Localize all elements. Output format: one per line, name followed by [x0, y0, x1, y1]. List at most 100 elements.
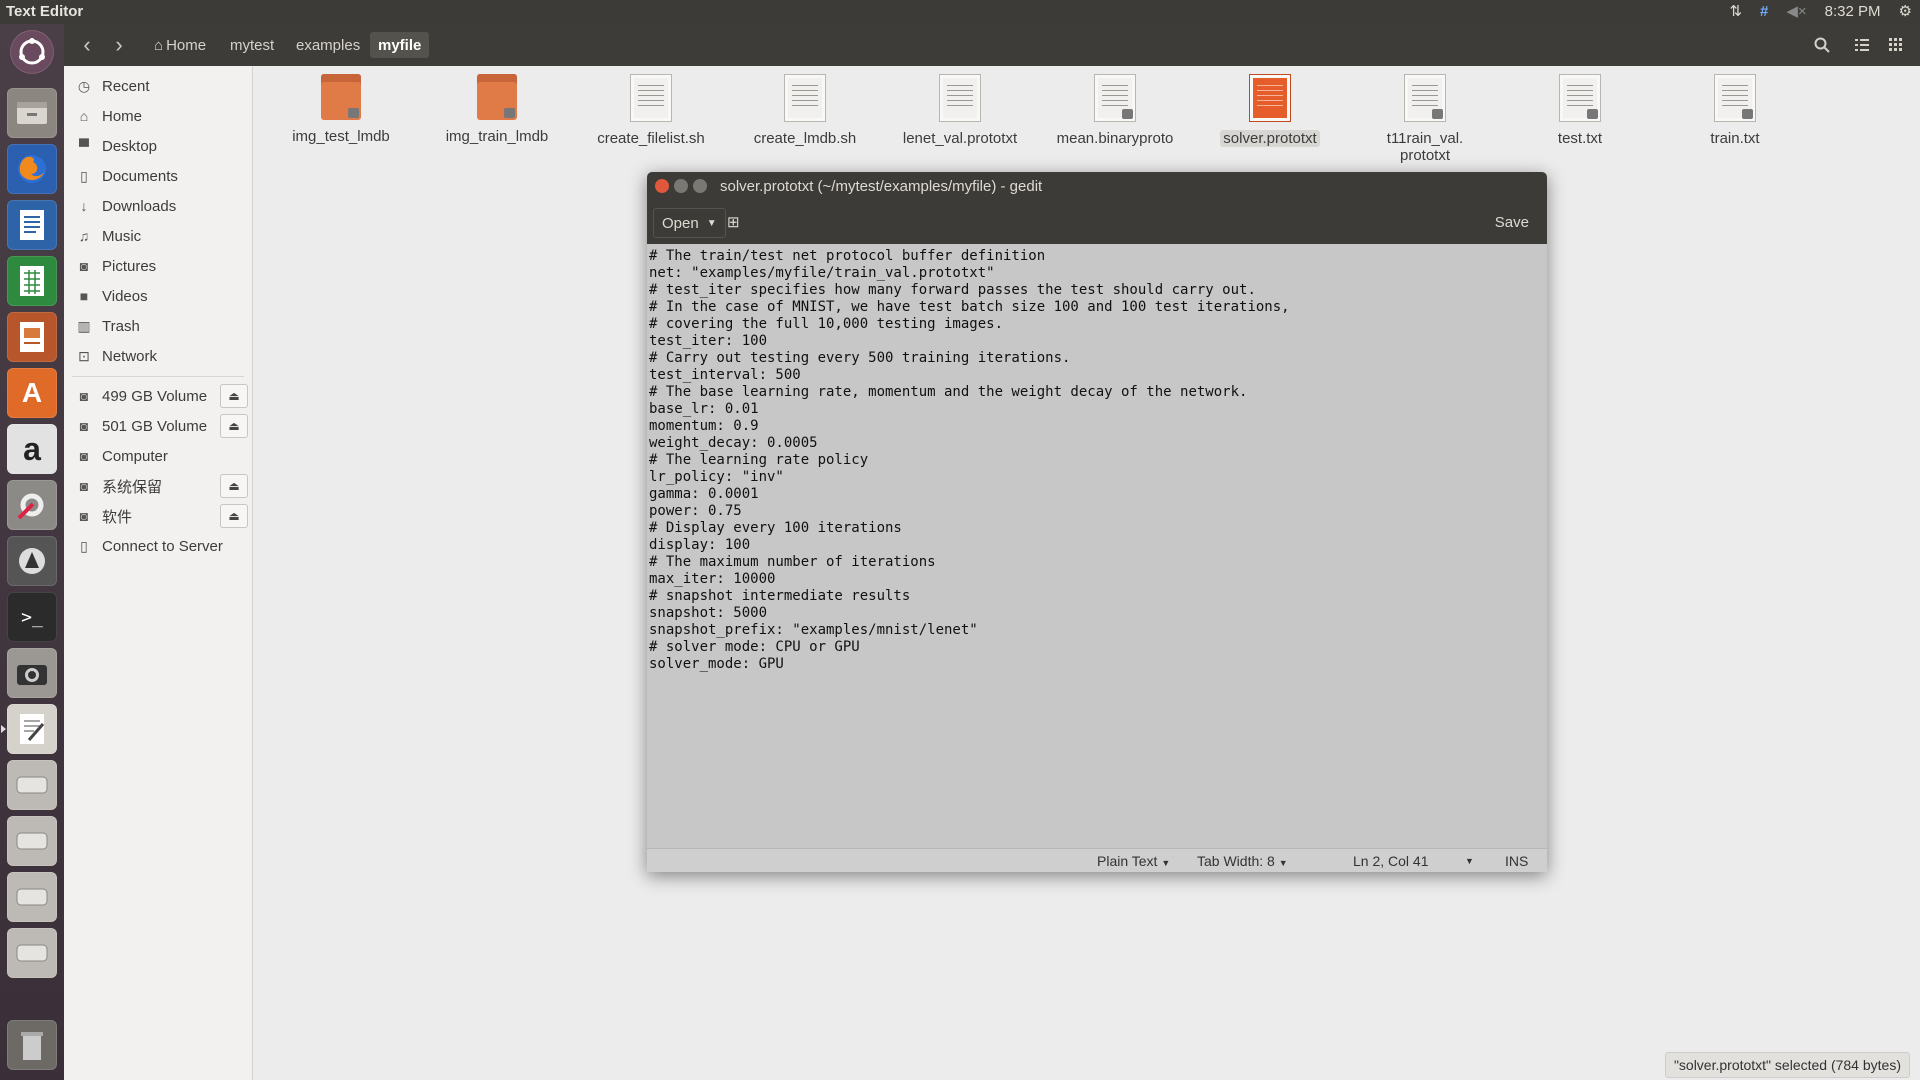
sidebar-item-volume-499[interactable]: ◙ 499 GB Volume ⏏ [64, 382, 252, 410]
disk-2-icon[interactable] [7, 816, 57, 866]
system-settings-icon[interactable] [7, 480, 57, 530]
folder-icon [321, 74, 361, 120]
camera-icon[interactable] [7, 648, 57, 698]
breadcrumb-mytest[interactable]: mytest [222, 32, 282, 58]
sidebar-item-pictures[interactable]: ◙ Pictures [64, 252, 252, 280]
close-icon[interactable] [655, 179, 669, 193]
libreoffice-writer-icon[interactable] [7, 200, 57, 250]
language-selector[interactable]: Plain Text ▼ [1097, 853, 1170, 869]
sidebar-item-videos[interactable]: ■ Videos [64, 282, 252, 310]
file-item[interactable]: mean.binaryproto [1045, 74, 1185, 147]
drive-icon: ◙ [79, 478, 89, 494]
disk-4-icon[interactable] [7, 928, 57, 978]
code-line: test_interval: 500 [649, 367, 801, 383]
sidebar-item-music[interactable]: ♫ Music [64, 222, 252, 250]
file-name: test.txt [1557, 130, 1603, 147]
file-name: create_lmdb.sh [753, 130, 857, 147]
sidebar-item-downloads[interactable]: ↓ Downloads [64, 192, 252, 220]
software-updater-icon[interactable] [7, 536, 57, 586]
files-icon[interactable] [7, 88, 57, 138]
new-tab-button[interactable]: ⊞ [719, 208, 748, 236]
file-item[interactable]: lenet_val.prototxt [890, 74, 1030, 147]
breadcrumb-myfile[interactable]: myfile [370, 32, 430, 58]
sidebar-divider [72, 376, 244, 377]
settings-gear-icon[interactable]: ⚙ [1899, 2, 1912, 20]
sidebar-item-system-reserved[interactable]: ◙ 系统保留 ⏏ [64, 472, 252, 500]
list-view-icon[interactable] [1850, 33, 1874, 57]
network-icon[interactable]: # [1760, 3, 1768, 20]
file-item[interactable]: train.txt [1665, 74, 1805, 147]
firefox-icon[interactable] [7, 144, 57, 194]
gedit-statusbar: Plain Text ▼ Tab Width: 8 ▼ Ln 2, Col 41… [647, 848, 1547, 872]
sidebar-item-home[interactable]: ⌂ Home [64, 102, 252, 130]
breadcrumb-home-label: Home [166, 36, 207, 54]
clock[interactable]: 8:32 PM [1825, 3, 1881, 20]
libreoffice-calc-icon[interactable] [7, 256, 57, 306]
search-icon[interactable] [1810, 33, 1834, 57]
sidebar-item-recent[interactable]: ◷ Recent [64, 72, 252, 100]
sidebar-item-computer[interactable]: ◙ Computer [64, 442, 252, 470]
code-line: test_iter: 100 [649, 333, 768, 349]
cursor-position[interactable]: Ln 2, Col 41 [1353, 853, 1429, 869]
download-icon: ↓ [80, 198, 88, 214]
file-item-selected[interactable]: solver.prototxt [1200, 74, 1340, 147]
amazon-icon[interactable]: a [7, 424, 57, 474]
tab-width-label: Tab Width: 8 [1197, 853, 1275, 869]
code-line: gamma: 0.0001 [649, 486, 759, 502]
lock-icon [504, 108, 515, 118]
trash-icon[interactable] [7, 1020, 57, 1070]
text-editor-area[interactable]: # The train/test net protocol buffer def… [647, 244, 1547, 848]
eject-icon[interactable]: ⏏ [220, 414, 248, 438]
tab-width-selector[interactable]: Tab Width: 8 ▼ [1197, 853, 1288, 869]
file-item[interactable]: create_filelist.sh [581, 74, 721, 147]
sidebar-item-software[interactable]: ◙ 软件 ⏏ [64, 502, 252, 530]
sidebar-label: Trash [102, 317, 140, 335]
text-editor-icon[interactable] [1, 704, 57, 754]
language-label: Plain Text [1097, 853, 1158, 869]
breadcrumb-examples[interactable]: examples [288, 32, 368, 58]
sidebar-label: 501 GB Volume [102, 417, 208, 435]
file-item[interactable]: img_train_lmdb [427, 74, 567, 145]
libreoffice-impress-icon[interactable] [7, 312, 57, 362]
maximize-icon[interactable] [693, 179, 707, 193]
volume-muted-icon[interactable]: ◀× [1786, 2, 1806, 20]
transfer-icon[interactable]: ⇅ [1729, 2, 1742, 20]
file-name: t11rain_val. prototxt [1386, 130, 1464, 164]
code-line: solver_mode: GPU [649, 656, 784, 672]
sidebar-item-volume-501[interactable]: ◙ 501 GB Volume ⏏ [64, 412, 252, 440]
disk-3-icon[interactable] [7, 872, 57, 922]
grid-view-icon[interactable] [1884, 33, 1908, 57]
disk-1-icon[interactable] [7, 760, 57, 810]
minimize-icon[interactable] [674, 179, 688, 193]
breadcrumb-home[interactable]: ⌂ Home [146, 32, 214, 58]
document-icon [1404, 74, 1446, 122]
eject-icon[interactable]: ⏏ [220, 504, 248, 528]
save-button[interactable]: Save [1487, 208, 1537, 236]
file-manager-header: ‹ › ⌂ Home mytest examples myfile [64, 24, 1920, 67]
code-line: power: 0.75 [649, 503, 742, 519]
file-item[interactable]: test.txt [1510, 74, 1650, 147]
sidebar-item-documents[interactable]: ▯ Documents [64, 162, 252, 190]
software-center-glyph: A [21, 377, 43, 408]
chevron-down-icon[interactable]: ▼ [1465, 856, 1474, 866]
dash-home-icon[interactable] [10, 30, 54, 74]
sidebar-label: Documents [102, 167, 178, 185]
sidebar-item-connect-to-server[interactable]: ▯ Connect to Server [64, 532, 252, 560]
gedit-titlebar[interactable]: solver.prototxt (~/mytest/examples/myfil… [647, 172, 1547, 200]
network-icon: ⊡ [78, 347, 90, 364]
sidebar-item-trash[interactable]: ▥ Trash [64, 312, 252, 340]
open-button[interactable]: Open ▼ [653, 208, 726, 238]
software-center-icon[interactable]: A [7, 368, 57, 418]
terminal-icon[interactable]: >_ [7, 592, 57, 642]
eject-icon[interactable]: ⏏ [220, 384, 248, 408]
sidebar-item-network[interactable]: ⊡ Network [64, 342, 252, 370]
file-item[interactable]: t11rain_val. prototxt [1355, 74, 1495, 164]
document-icon [784, 74, 826, 122]
file-item[interactable]: img_test_lmdb [271, 74, 411, 145]
back-button[interactable]: ‹ [74, 32, 100, 58]
file-item[interactable]: create_lmdb.sh [735, 74, 875, 147]
code-line: # solver mode: CPU or GPU [649, 639, 860, 655]
forward-button[interactable]: › [106, 32, 132, 58]
eject-icon[interactable]: ⏏ [220, 474, 248, 498]
sidebar-item-desktop[interactable]: ▀ Desktop [64, 132, 252, 160]
